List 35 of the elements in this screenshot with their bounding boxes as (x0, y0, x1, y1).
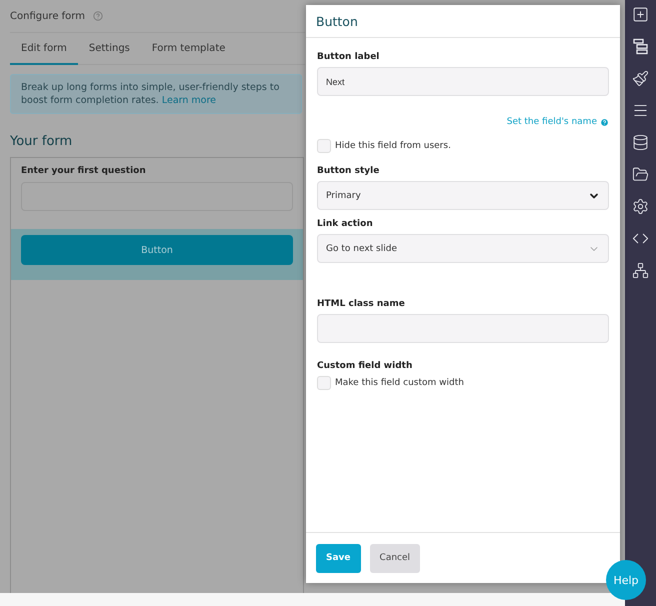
text-field[interactable] (317, 314, 609, 343)
sitemap-icon[interactable] (632, 262, 649, 279)
form-button: Button (21, 235, 293, 265)
section-title: Your form (10, 134, 74, 149)
page-title: Configure form (10, 10, 85, 22)
field-name-link[interactable]: Set the field's name (506, 117, 609, 127)
tab[interactable]: Form template (140, 35, 236, 65)
text-field[interactable]: Next (317, 67, 609, 96)
settings-icon[interactable] (632, 198, 649, 215)
rows-icon[interactable] (632, 38, 649, 55)
tab[interactable]: Edit form (10, 35, 78, 65)
field-label: Link action (317, 219, 374, 229)
checkbox-label: Make this field custom width (335, 378, 464, 388)
checkbox[interactable] (317, 139, 331, 153)
field-label: Button style (317, 166, 380, 176)
checkbox-label: Hide this field from users. (335, 141, 451, 151)
dialog-title: Button (316, 14, 358, 28)
select-field[interactable]: Go to next slide (317, 234, 609, 263)
field-label: Button label (317, 52, 380, 62)
tab[interactable]: Settings (78, 35, 141, 65)
help-icon (600, 118, 609, 126)
brush-icon[interactable] (632, 70, 649, 87)
info-notice: Break up long forms into simple, user-friendly steps to boost form completion rates. Learn more (10, 74, 302, 114)
field-label: Custom field width (317, 361, 414, 371)
question-label: Enter your first question (21, 166, 147, 176)
selected-row[interactable]: Button (11, 229, 303, 280)
checkbox[interactable] (317, 376, 331, 390)
save-button[interactable]: Save (316, 544, 361, 572)
menu-icon[interactable] (632, 102, 649, 119)
select-field[interactable]: Primary (317, 181, 609, 210)
cancel-button[interactable]: Cancel (370, 544, 420, 572)
field-label: HTML class name (317, 299, 406, 309)
add-icon[interactable] (632, 6, 649, 23)
folder-icon[interactable] (632, 166, 649, 183)
database-icon[interactable] (632, 134, 649, 151)
